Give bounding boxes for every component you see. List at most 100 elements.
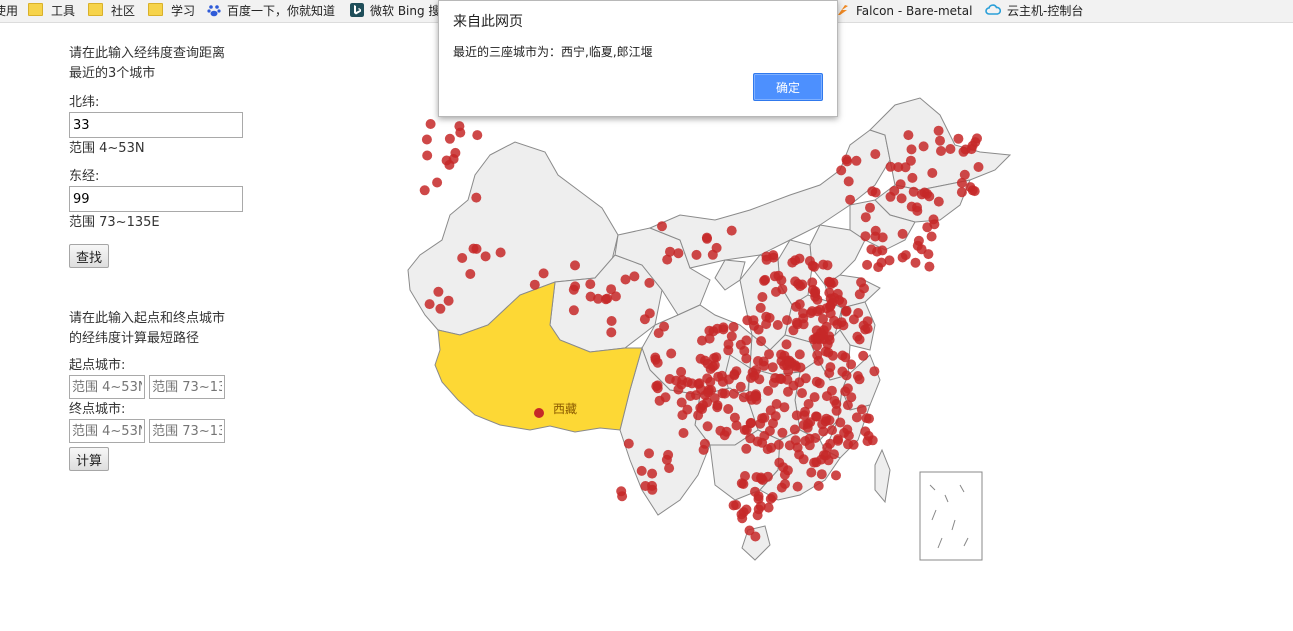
city-dot[interactable]	[907, 172, 918, 183]
city-dot[interactable]	[865, 202, 875, 213]
city-dot[interactable]	[860, 231, 871, 242]
city-dot[interactable]	[781, 339, 792, 350]
city-dot[interactable]	[837, 366, 848, 377]
city-dot[interactable]	[465, 269, 476, 279]
city-dot[interactable]	[903, 130, 914, 141]
city-dot[interactable]	[708, 326, 719, 337]
city-dot[interactable]	[665, 246, 675, 257]
city-dot[interactable]	[813, 480, 824, 491]
search-button[interactable]: 查找	[69, 244, 110, 268]
city-dot[interactable]	[771, 286, 781, 297]
city-dot[interactable]	[421, 134, 432, 145]
start-lon-input[interactable]	[149, 375, 226, 399]
city-dot[interactable]	[718, 324, 729, 335]
city-dot[interactable]	[814, 334, 825, 345]
city-dot[interactable]	[860, 212, 871, 223]
city-dot[interactable]	[828, 277, 839, 288]
city-dot[interactable]	[444, 133, 455, 144]
city-dot[interactable]	[846, 392, 857, 403]
city-dot[interactable]	[457, 253, 468, 263]
city-dot[interactable]	[833, 434, 843, 445]
city-dot[interactable]	[864, 413, 874, 424]
city-dot[interactable]	[673, 248, 684, 259]
city-dot[interactable]	[780, 479, 790, 489]
city-dot[interactable]	[757, 292, 768, 302]
city-dot[interactable]	[773, 439, 784, 450]
city-dot[interactable]	[749, 370, 760, 381]
city-dot[interactable]	[843, 439, 853, 450]
city-dot[interactable]	[644, 277, 655, 288]
city-dot[interactable]	[836, 165, 847, 176]
city-dot[interactable]	[676, 397, 687, 408]
city-dot[interactable]	[585, 291, 596, 302]
city-dot[interactable]	[471, 243, 482, 254]
city-dot[interactable]	[606, 327, 617, 338]
city-dot[interactable]	[794, 299, 805, 310]
city-dot[interactable]	[956, 177, 967, 188]
city-dot[interactable]	[795, 362, 806, 373]
city-dot[interactable]	[918, 141, 929, 152]
city-dot[interactable]	[807, 277, 818, 288]
city-dot[interactable]	[803, 418, 813, 429]
city-dot[interactable]	[570, 260, 580, 271]
city-dot[interactable]	[702, 233, 712, 244]
city-dot[interactable]	[750, 531, 761, 542]
city-dot[interactable]	[697, 335, 707, 346]
city-dot[interactable]	[765, 493, 776, 504]
city-dot[interactable]	[731, 500, 742, 510]
city-dot[interactable]	[759, 412, 770, 423]
city-dot[interactable]	[570, 281, 581, 292]
city-dot[interactable]	[851, 155, 862, 166]
city-dot[interactable]	[846, 359, 857, 370]
city-dot[interactable]	[804, 433, 815, 444]
city-dot[interactable]	[750, 389, 761, 400]
city-dot[interactable]	[769, 271, 780, 282]
city-dot[interactable]	[788, 325, 799, 336]
city-dot[interactable]	[737, 513, 748, 524]
start-lat-input[interactable]	[69, 375, 145, 399]
city-dot[interactable]	[709, 393, 720, 404]
city-dot[interactable]	[455, 127, 466, 138]
city-dot[interactable]	[783, 386, 793, 397]
city-dot[interactable]	[869, 366, 880, 377]
city-dot[interactable]	[818, 426, 829, 437]
city-dot[interactable]	[945, 144, 956, 154]
calculate-button[interactable]: 计算	[69, 447, 110, 471]
city-dot[interactable]	[831, 405, 842, 416]
city-dot[interactable]	[673, 384, 684, 395]
city-dot[interactable]	[862, 323, 873, 334]
city-dot[interactable]	[610, 291, 621, 302]
city-dot[interactable]	[953, 133, 964, 144]
city-dot[interactable]	[922, 222, 933, 233]
city-dot[interactable]	[753, 491, 764, 502]
china-map[interactable]: 西藏	[380, 90, 1020, 575]
city-dot[interactable]	[973, 162, 984, 172]
city-dot[interactable]	[759, 275, 770, 286]
city-dot[interactable]	[935, 135, 945, 146]
city-dot[interactable]	[969, 186, 980, 197]
city-dot[interactable]	[897, 228, 908, 239]
city-dot[interactable]	[789, 424, 800, 435]
city-dot[interactable]	[936, 146, 946, 156]
city-dot[interactable]	[682, 377, 693, 388]
city-dot[interactable]	[896, 193, 907, 204]
city-dot[interactable]	[810, 286, 821, 297]
bookmark-cloud-console[interactable]: 云主机-控制台	[985, 2, 1083, 20]
city-dot[interactable]	[806, 467, 817, 478]
city-dot[interactable]	[424, 299, 435, 310]
city-dot[interactable]	[738, 392, 749, 403]
city-dot[interactable]	[841, 305, 852, 316]
city-dot[interactable]	[856, 277, 867, 288]
city-dot[interactable]	[761, 319, 772, 330]
city-dot[interactable]	[735, 381, 746, 392]
ok-button[interactable]: 确定	[753, 73, 823, 101]
city-dot[interactable]	[652, 357, 663, 368]
city-dot[interactable]	[480, 251, 491, 262]
city-dot[interactable]	[629, 271, 640, 282]
city-dot[interactable]	[728, 321, 739, 332]
city-dot[interactable]	[854, 334, 865, 345]
city-dot[interactable]	[538, 268, 549, 279]
city-dot[interactable]	[644, 448, 654, 459]
city-dot[interactable]	[812, 306, 823, 317]
city-dot[interactable]	[647, 468, 658, 479]
